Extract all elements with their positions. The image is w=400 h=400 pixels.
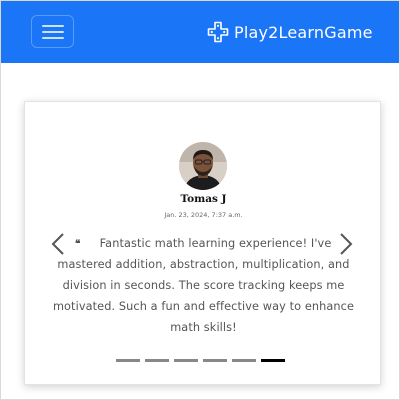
testimonial-card: Tomas J Jan. 23, 2024, 7:37 a.m. ❝ Fanta…: [24, 101, 381, 385]
navbar: Play2LearnGame: [1, 1, 399, 63]
reviewer-name: Tomas J: [180, 193, 227, 205]
page: Play2LearnGame Tomas J Jan. 23, 2024, 7:…: [0, 0, 400, 400]
carousel-indicator-2[interactable]: [145, 359, 169, 362]
review-text-line: math skills!: [170, 321, 237, 334]
menu-toggle-button[interactable]: [31, 15, 74, 48]
carousel-indicator-6[interactable]: [261, 359, 285, 362]
review-text-line: motivated. Such a fun and effective way …: [52, 300, 355, 313]
review-date: Jan. 23, 2024, 7:37 a.m.: [164, 211, 243, 219]
carousel-indicator-4[interactable]: [203, 359, 227, 362]
carousel-indicator-1[interactable]: [116, 359, 140, 362]
gamepad-cross-icon: [207, 21, 229, 43]
brand-name: Play2LearnGame: [234, 22, 373, 42]
brand-link[interactable]: Play2LearnGame: [207, 19, 373, 45]
review-text-line: division in seconds. The score tracking …: [62, 279, 345, 292]
carousel-indicators: [116, 359, 290, 363]
carousel-indicator-3[interactable]: [174, 359, 198, 362]
review-text-line: Fantastic math learning experience! I've: [99, 237, 332, 250]
avatar: [179, 142, 227, 190]
review-text-line: mastered addition, abstraction, multipli…: [57, 258, 350, 271]
carousel-indicator-5[interactable]: [232, 359, 256, 362]
